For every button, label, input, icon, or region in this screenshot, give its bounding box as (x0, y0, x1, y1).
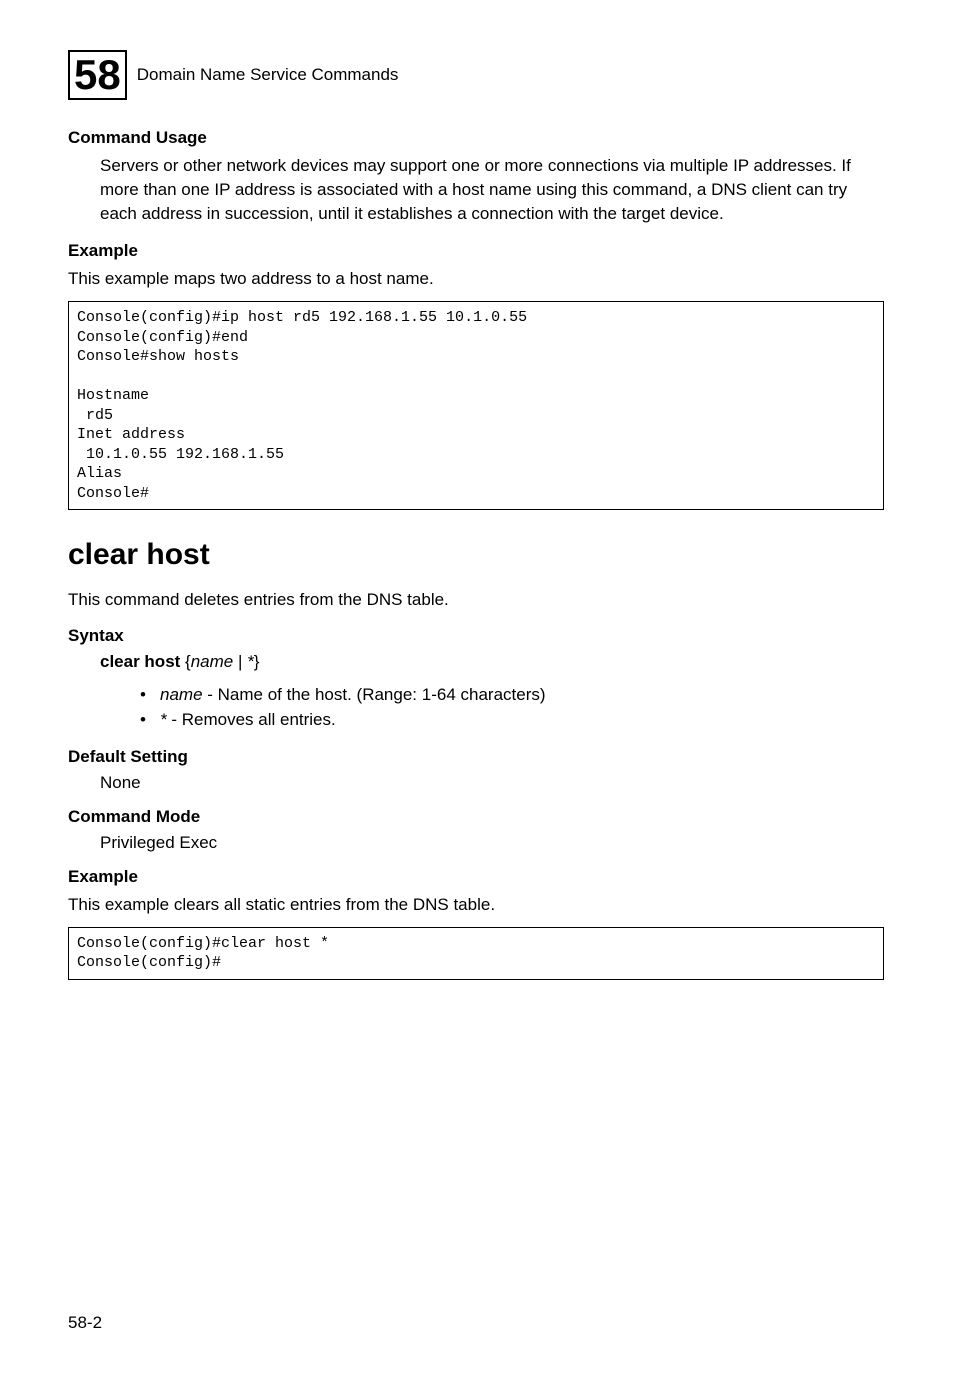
page-header: 58 Domain Name Service Commands (68, 50, 884, 100)
clear-host-description: This command deletes entries from the DN… (68, 588, 884, 612)
bullet2-rest: - Removes all entries. (167, 710, 336, 729)
command-usage-heading: Command Usage (68, 128, 884, 148)
clear-host-title: clear host (68, 538, 884, 572)
syntax-pipe: | (233, 652, 247, 671)
syntax-name-italic: name (191, 652, 234, 671)
list-item: * - Removes all entries. (140, 707, 884, 733)
bullet2-italic: * (160, 710, 167, 729)
page-number: 58-2 (68, 1313, 102, 1333)
command-usage-text: Servers or other network devices may sup… (100, 154, 884, 225)
example1-intro: This example maps two address to a host … (68, 267, 884, 291)
example2-intro: This example clears all static entries f… (68, 893, 884, 917)
header-title: Domain Name Service Commands (137, 65, 399, 85)
default-setting-value: None (100, 773, 884, 793)
chapter-number-box: 58 (68, 50, 127, 100)
example2-heading: Example (68, 867, 884, 887)
list-item: name - Name of the host. (Range: 1-64 ch… (140, 682, 884, 708)
bullet1-rest: - Name of the host. (Range: 1-64 charact… (203, 685, 546, 704)
syntax-star-italic: * (247, 652, 254, 671)
syntax-command: clear host {name | *} (100, 652, 884, 672)
example1-code: Console(config)#ip host rd5 192.168.1.55… (68, 301, 884, 510)
syntax-brace-open: { (180, 652, 190, 671)
syntax-heading: Syntax (68, 626, 884, 646)
syntax-bold-part: clear host (100, 652, 180, 671)
example1-heading: Example (68, 241, 884, 261)
example2-code: Console(config)#clear host * Console(con… (68, 927, 884, 980)
command-mode-value: Privileged Exec (100, 833, 884, 853)
bullet1-italic: name (160, 685, 203, 704)
command-mode-heading: Command Mode (68, 807, 884, 827)
syntax-bullet-list: name - Name of the host. (Range: 1-64 ch… (140, 682, 884, 733)
default-setting-heading: Default Setting (68, 747, 884, 767)
syntax-brace-close: } (254, 652, 260, 671)
